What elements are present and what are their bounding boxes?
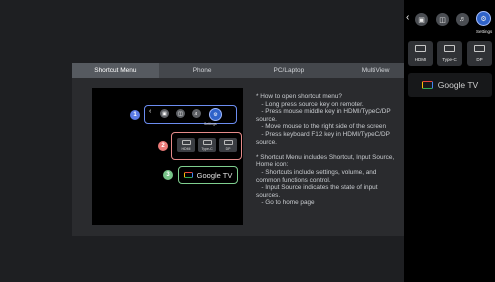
instruction-line: - Press mouse middle key in HDMI/TypeC/D… — [256, 108, 391, 116]
source-label: HDMI — [181, 147, 191, 151]
dp-icon — [223, 140, 233, 145]
settings-label: Settings — [204, 122, 217, 126]
instruction-line: - Shortcuts include settings, volume, an… — [256, 168, 377, 176]
instruction-line: Home icon: — [256, 161, 289, 169]
instruction-line: * Shortcut Menu includes Shortcut, Input… — [256, 153, 395, 161]
type-c-icon — [202, 140, 212, 145]
instruction-line: source. — [256, 138, 277, 146]
instruction-line: source. — [256, 115, 277, 123]
tab-pc-laptop[interactable]: PC/Laptop — [246, 63, 333, 78]
callout-2: 2 — [158, 141, 168, 151]
type-c-icon — [444, 45, 455, 52]
instructions-text: * How to open shortcut menu? - Long pres… — [256, 93, 419, 207]
instruction-line: - Go to home page — [256, 199, 315, 207]
google-tv-label: Google TV — [196, 170, 233, 180]
instruction-line: common functions control. — [256, 176, 331, 184]
source-label: Type-C — [201, 147, 213, 151]
shortcut-side-panel: ‹ ▣ ◫ ♬ ⚙ Settings HDMI Type-C DP Google… — [404, 0, 495, 282]
instruction-line: sources. — [256, 191, 281, 199]
source-tile-type-c: Type-C — [198, 138, 216, 152]
callout-3: 3 — [163, 170, 173, 180]
gear-icon[interactable]: ⚙ — [476, 11, 491, 26]
google-tv-label: Google TV — [437, 80, 479, 90]
volume-icon[interactable]: ♬ — [456, 13, 469, 26]
instruction-line: - Long press source key on remoter. — [256, 100, 364, 108]
source-tile-hdmi: HDMI — [177, 138, 195, 152]
google-tv-icon — [421, 81, 433, 89]
instruction-line: - Move mouse to the right side of the sc… — [256, 123, 387, 131]
source-label: HDMI — [414, 57, 427, 62]
tab-phone[interactable]: Phone — [159, 63, 246, 78]
shortcut-guide-panel: Shortcut Menu Phone PC/Laptop MultiView … — [72, 63, 419, 236]
instruction-line: - Input Source indicates the state of in… — [256, 184, 378, 192]
chevron-left-icon[interactable]: ‹ — [406, 12, 409, 23]
instruction-line: - Press keyboard F12 key in HDMI/TypeC/D… — [256, 130, 390, 138]
picture-mode-icon[interactable]: ▣ — [415, 13, 428, 26]
google-tv-frame: Google TV — [178, 166, 238, 184]
tab-shortcut-menu[interactable]: Shortcut Menu — [72, 63, 159, 78]
google-tv-button[interactable]: Google TV — [408, 73, 492, 97]
source-tile-dp: DP — [219, 138, 237, 152]
instruction-line — [256, 146, 419, 154]
source-type-c[interactable]: Type-C — [437, 41, 462, 66]
hdmi-icon — [181, 140, 191, 145]
source-label: Type-C — [442, 57, 457, 62]
guide-tabs: Shortcut Menu Phone PC/Laptop MultiView — [72, 63, 419, 78]
shortcut-row-frame — [144, 105, 237, 124]
dp-icon — [474, 45, 485, 52]
source-dp[interactable]: DP — [467, 41, 492, 66]
picture-mode-icon: ▣ — [160, 109, 169, 118]
callout-1: 1 — [130, 110, 140, 120]
shortcut-menu-illustration: 1 ‹ ▣ ◫ ♬ ⚙ Settings 2 HDMI Type-C DP 3 … — [92, 88, 243, 225]
source-label: DP — [225, 147, 231, 151]
display-icon: ◫ — [176, 109, 185, 118]
source-label: DP — [476, 57, 483, 62]
google-tv-icon — [183, 172, 193, 178]
settings-label: Settings — [476, 29, 493, 34]
chevron-left-icon: ‹ — [149, 108, 152, 115]
display-icon[interactable]: ◫ — [436, 13, 449, 26]
source-hdmi[interactable]: HDMI — [408, 41, 433, 66]
hdmi-icon — [415, 45, 426, 52]
instruction-line: * How to open shortcut menu? — [256, 93, 342, 100]
volume-icon: ♬ — [192, 109, 201, 118]
gear-icon: ⚙ — [209, 108, 222, 121]
